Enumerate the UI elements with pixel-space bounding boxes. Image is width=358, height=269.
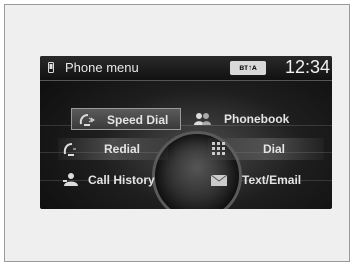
phone-menu-screen: Phone menu ʙᴛ↑ᴀ 12:34 Speed Dial Phonebo… bbox=[40, 56, 332, 209]
status-bar: Phone menu ʙᴛ↑ᴀ 12:34 bbox=[40, 56, 332, 81]
envelope-icon bbox=[210, 174, 228, 186]
menu-item-redial[interactable]: Redial bbox=[58, 138, 168, 160]
bluetooth-status-badge: ʙᴛ↑ᴀ bbox=[230, 61, 266, 75]
menu-item-label: Call History bbox=[88, 173, 155, 187]
menu-item-label: Speed Dial bbox=[107, 113, 169, 127]
menu-item-text-email[interactable]: Text/Email bbox=[208, 169, 328, 191]
clock: 12:34 bbox=[285, 57, 331, 77]
screen-title: Phone menu bbox=[65, 60, 139, 75]
menu-item-call-history[interactable]: Call History bbox=[58, 169, 178, 191]
phone-icon bbox=[48, 62, 54, 73]
redial-icon bbox=[63, 143, 76, 156]
phonebook-icon bbox=[194, 113, 211, 125]
menu-item-dial[interactable]: Dial bbox=[208, 138, 324, 160]
menu-item-label: Phonebook bbox=[224, 112, 290, 126]
menu-item-label: Dial bbox=[263, 142, 286, 156]
manual-figure-frame: Phone menu ʙᴛ↑ᴀ 12:34 Speed Dial Phonebo… bbox=[4, 4, 350, 262]
speed-dial-icon bbox=[79, 114, 95, 126]
menu-item-phonebook[interactable]: Phonebook bbox=[194, 108, 324, 130]
menu-item-label: Text/Email bbox=[242, 173, 302, 187]
menu-item-label: Redial bbox=[104, 142, 141, 156]
keypad-icon bbox=[212, 142, 225, 155]
menu-item-speed-dial[interactable]: Speed Dial bbox=[71, 108, 181, 130]
call-history-icon bbox=[63, 173, 78, 186]
